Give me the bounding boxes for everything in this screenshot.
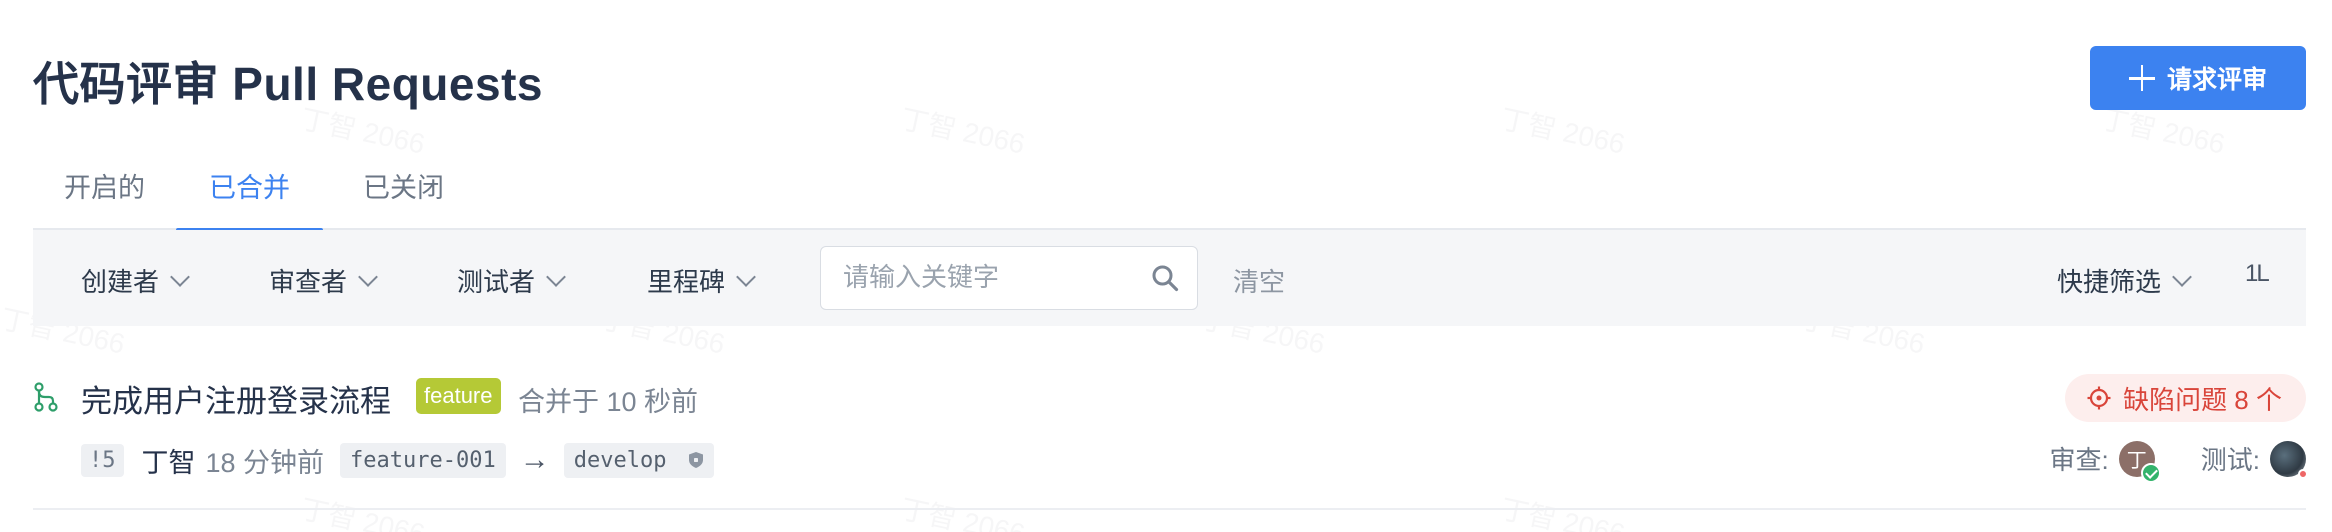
- chevron-down-icon: [358, 266, 378, 287]
- plus-icon: [2128, 65, 2155, 91]
- sort-icon[interactable]: 1L: [2245, 260, 2270, 288]
- tab-label: 已合并: [209, 173, 290, 203]
- page-title: 代码评审 Pull Requests: [33, 58, 543, 110]
- creator-filter[interactable]: 创建者: [81, 262, 190, 299]
- quick-filter-label: 快捷筛选: [2057, 267, 2162, 297]
- pr-number: !5: [81, 443, 124, 477]
- pr-created-time: 18 分钟前: [205, 447, 325, 478]
- pr-title[interactable]: 完成用户注册登录流程: [81, 376, 391, 421]
- search-icon[interactable]: [1151, 264, 1179, 292]
- reviewer-filter-label: 审查者: [269, 267, 348, 297]
- chevron-down-icon: [546, 266, 566, 287]
- pr-label-badge: feature: [416, 378, 501, 414]
- tab-closed[interactable]: 已关闭: [363, 166, 444, 228]
- tab-label: 开启的: [64, 173, 145, 203]
- filter-bar: 创建者 审查者 测试者 里程碑 清空 快捷筛选 1L: [33, 230, 2306, 326]
- quick-filter-dropdown[interactable]: 快捷筛选: [2057, 262, 2192, 299]
- tester-avatar[interactable]: [2270, 440, 2308, 479]
- check-icon: [2140, 462, 2161, 483]
- tester-filter[interactable]: 测试者: [457, 262, 566, 299]
- reviewer-filter[interactable]: 审查者: [269, 262, 378, 299]
- tab-merged[interactable]: 已合并: [176, 166, 323, 232]
- target-branch-label: develop: [573, 447, 667, 473]
- chevron-down-icon: [2172, 266, 2192, 287]
- defects-badge[interactable]: 缺陷问题 8 个: [2065, 374, 2306, 422]
- tester-filter-label: 测试者: [457, 267, 536, 297]
- tab-label: 已关闭: [363, 173, 444, 203]
- milestone-filter[interactable]: 里程碑: [647, 262, 756, 299]
- page-header: 代码评审 Pull Requests 请求评审: [33, 40, 2306, 120]
- source-branch[interactable]: feature-001: [340, 442, 506, 478]
- shield-icon: [688, 451, 703, 468]
- creator-filter-label: 创建者: [81, 267, 160, 297]
- request-review-label: 请求评审: [2166, 66, 2267, 94]
- review-label: 审查:: [2049, 445, 2109, 475]
- test-label: 测试:: [2200, 445, 2260, 475]
- chevron-down-icon: [170, 266, 190, 287]
- reviewer-avatar[interactable]: 丁: [2118, 440, 2161, 483]
- pull-request-row[interactable]: 完成用户注册登录流程 feature 合并于 10 秒前 缺陷问题 8 个 !5…: [33, 360, 2308, 510]
- clear-filters-button[interactable]: 清空: [1233, 262, 1285, 299]
- pr-participants: 审查: 丁 测试:: [2049, 440, 2308, 483]
- target-icon: [2087, 386, 2111, 410]
- pr-status-tabs: 开启的 已合并 已关闭: [33, 150, 2306, 232]
- chevron-down-icon: [736, 266, 756, 287]
- pr-meta: !5 丁智 18 分钟前 feature-001 → develop: [81, 440, 714, 480]
- defects-label: 缺陷问题 8 个: [2123, 384, 2282, 415]
- pr-author[interactable]: 丁智: [142, 441, 196, 480]
- tab-open[interactable]: 开启的: [64, 166, 145, 228]
- merge-icon: [34, 382, 58, 412]
- target-branch[interactable]: develop: [563, 442, 714, 478]
- search-box: [820, 246, 1198, 310]
- arrow-right-icon: →: [519, 443, 550, 476]
- milestone-filter-label: 里程碑: [647, 267, 726, 297]
- request-review-button[interactable]: 请求评审: [2090, 46, 2306, 110]
- merged-time: 合并于 10 秒前: [518, 387, 699, 417]
- search-input[interactable]: [843, 247, 1143, 307]
- status-dot-icon: [2298, 468, 2308, 479]
